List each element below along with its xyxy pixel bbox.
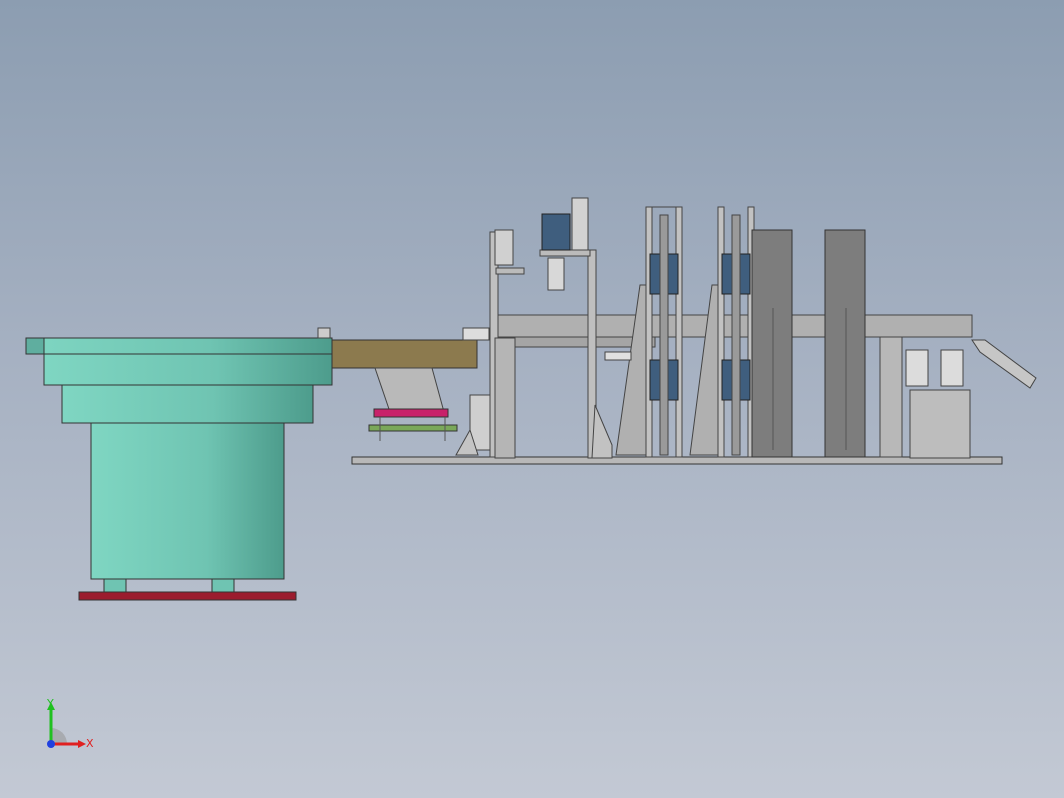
station1-gripper xyxy=(547,257,565,291)
station1-brace xyxy=(591,404,613,459)
right-clamp-1 xyxy=(905,349,929,387)
station3-frame-left xyxy=(717,206,725,458)
station2-gusset xyxy=(615,284,647,456)
bowl-rim-lip xyxy=(25,337,45,355)
magenta-plate xyxy=(373,408,449,418)
station3-shaft xyxy=(731,214,741,456)
machine-frame[interactable] xyxy=(351,197,1037,465)
linear-feeder[interactable] xyxy=(331,327,490,441)
station1-motor xyxy=(541,213,571,251)
grey-tower-2 xyxy=(824,229,866,458)
bowl-lower-body xyxy=(90,422,285,580)
right-block-1 xyxy=(879,336,903,458)
station1-rail xyxy=(571,197,589,251)
track-fastener xyxy=(462,327,490,341)
bowl-upper-body xyxy=(43,353,333,386)
left-bracket xyxy=(495,267,525,275)
assembly-model[interactable] xyxy=(0,0,1064,798)
bowl-foot-left xyxy=(103,577,127,593)
bowl-feeder[interactable] xyxy=(25,327,333,601)
y-axis-label: Y xyxy=(46,698,54,710)
x-axis-label: X xyxy=(86,737,94,750)
bowl-middle-ring xyxy=(61,384,314,424)
side-cylinder xyxy=(604,351,632,361)
green-plate xyxy=(368,424,458,432)
rim-fastener xyxy=(317,327,331,339)
bowl-base-plate xyxy=(78,591,297,601)
right-block-2 xyxy=(909,389,971,459)
station2-shaft xyxy=(659,214,669,456)
feeder-support xyxy=(374,367,445,413)
machine-base-plate xyxy=(351,456,1003,465)
right-clamp-2 xyxy=(940,349,964,387)
cad-viewport[interactable]: Y X xyxy=(0,0,1064,798)
z-axis-dot xyxy=(47,740,55,748)
bowl-rim xyxy=(25,337,333,355)
discharge-chute xyxy=(971,339,1037,389)
left-cylinder xyxy=(494,229,514,266)
station3-gusset xyxy=(689,284,719,456)
left-lower-block xyxy=(494,337,516,459)
grey-tower-1 xyxy=(751,229,793,458)
feeder-track xyxy=(331,339,478,369)
coordinate-triad: Y X xyxy=(46,698,94,750)
station2-frame-right xyxy=(675,206,683,458)
station2-frame-left xyxy=(645,206,653,458)
bowl-foot-right xyxy=(211,577,235,593)
station1-top-plate xyxy=(539,249,591,257)
